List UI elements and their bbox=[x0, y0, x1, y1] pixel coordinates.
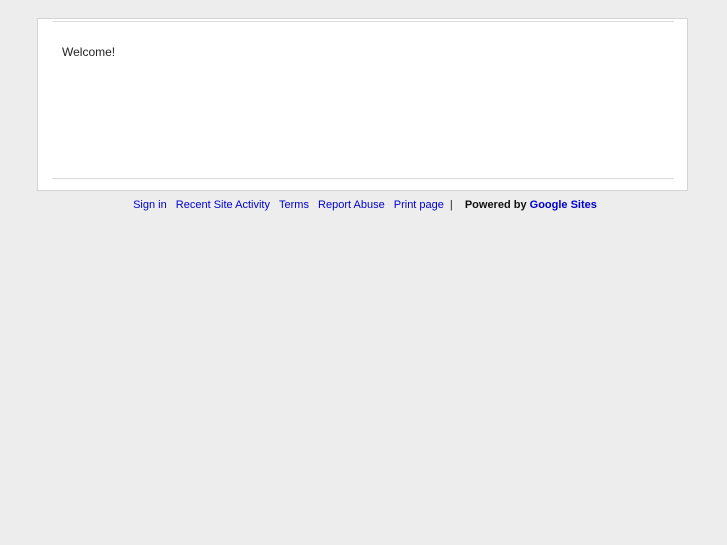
powered-by: Powered by Google Sites bbox=[465, 199, 597, 211]
bottom-divider bbox=[52, 178, 674, 179]
recent-site-activity-link[interactable]: Recent Site Activity bbox=[176, 199, 270, 211]
google-sites-link[interactable]: Google Sites bbox=[530, 199, 597, 211]
print-page-link[interactable]: Print page bbox=[394, 199, 444, 211]
site-footer: Sign in Recent Site Activity Terms Repor… bbox=[0, 198, 727, 212]
welcome-text: Welcome! bbox=[62, 45, 116, 59]
terms-link[interactable]: Terms bbox=[279, 199, 309, 211]
report-abuse-link[interactable]: Report Abuse bbox=[318, 199, 385, 211]
content-panel: Welcome! bbox=[37, 18, 688, 191]
footer-separator: | bbox=[449, 199, 453, 211]
powered-by-label: Powered by bbox=[464, 199, 527, 211]
sign-in-link[interactable]: Sign in bbox=[133, 199, 167, 211]
top-divider bbox=[52, 21, 674, 22]
